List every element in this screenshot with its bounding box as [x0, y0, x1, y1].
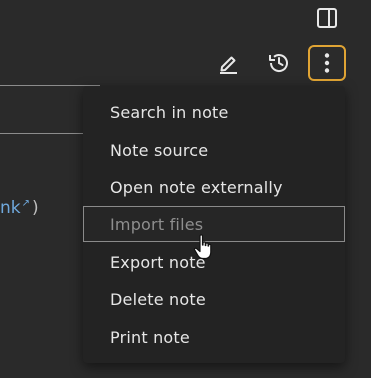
menu-item-delete-note[interactable]: Delete note	[83, 282, 345, 316]
menu-item-open-note-externally[interactable]: Open note externally	[83, 170, 345, 204]
edit-button[interactable]	[210, 46, 246, 80]
menu-item-import-files[interactable]: Import files	[83, 206, 345, 242]
external-link-icon: ↗	[21, 198, 31, 210]
note-content-fragment: nk↗)	[0, 198, 39, 218]
sidebar-toggle-button[interactable]	[315, 6, 339, 30]
history-icon	[269, 54, 288, 72]
note-history-button[interactable]	[261, 46, 297, 80]
app-window: nk↗) Search in note Note source Open not…	[0, 0, 371, 378]
note-link[interactable]: nk	[0, 198, 21, 218]
menu-item-search-in-note[interactable]: Search in note	[83, 95, 345, 129]
menu-item-export-note[interactable]: Export note	[83, 245, 345, 279]
menu-item-print-note[interactable]: Print note	[83, 320, 345, 354]
note-actions-menu: Search in note Note source Open note ext…	[83, 86, 345, 363]
pencil-icon	[220, 56, 237, 74]
vertical-dots-icon	[324, 53, 330, 73]
more-actions-button[interactable]	[308, 45, 346, 81]
text-suffix: )	[32, 198, 39, 218]
menu-item-note-source[interactable]: Note source	[83, 133, 345, 167]
sidebar-toggle-icon	[317, 8, 337, 28]
